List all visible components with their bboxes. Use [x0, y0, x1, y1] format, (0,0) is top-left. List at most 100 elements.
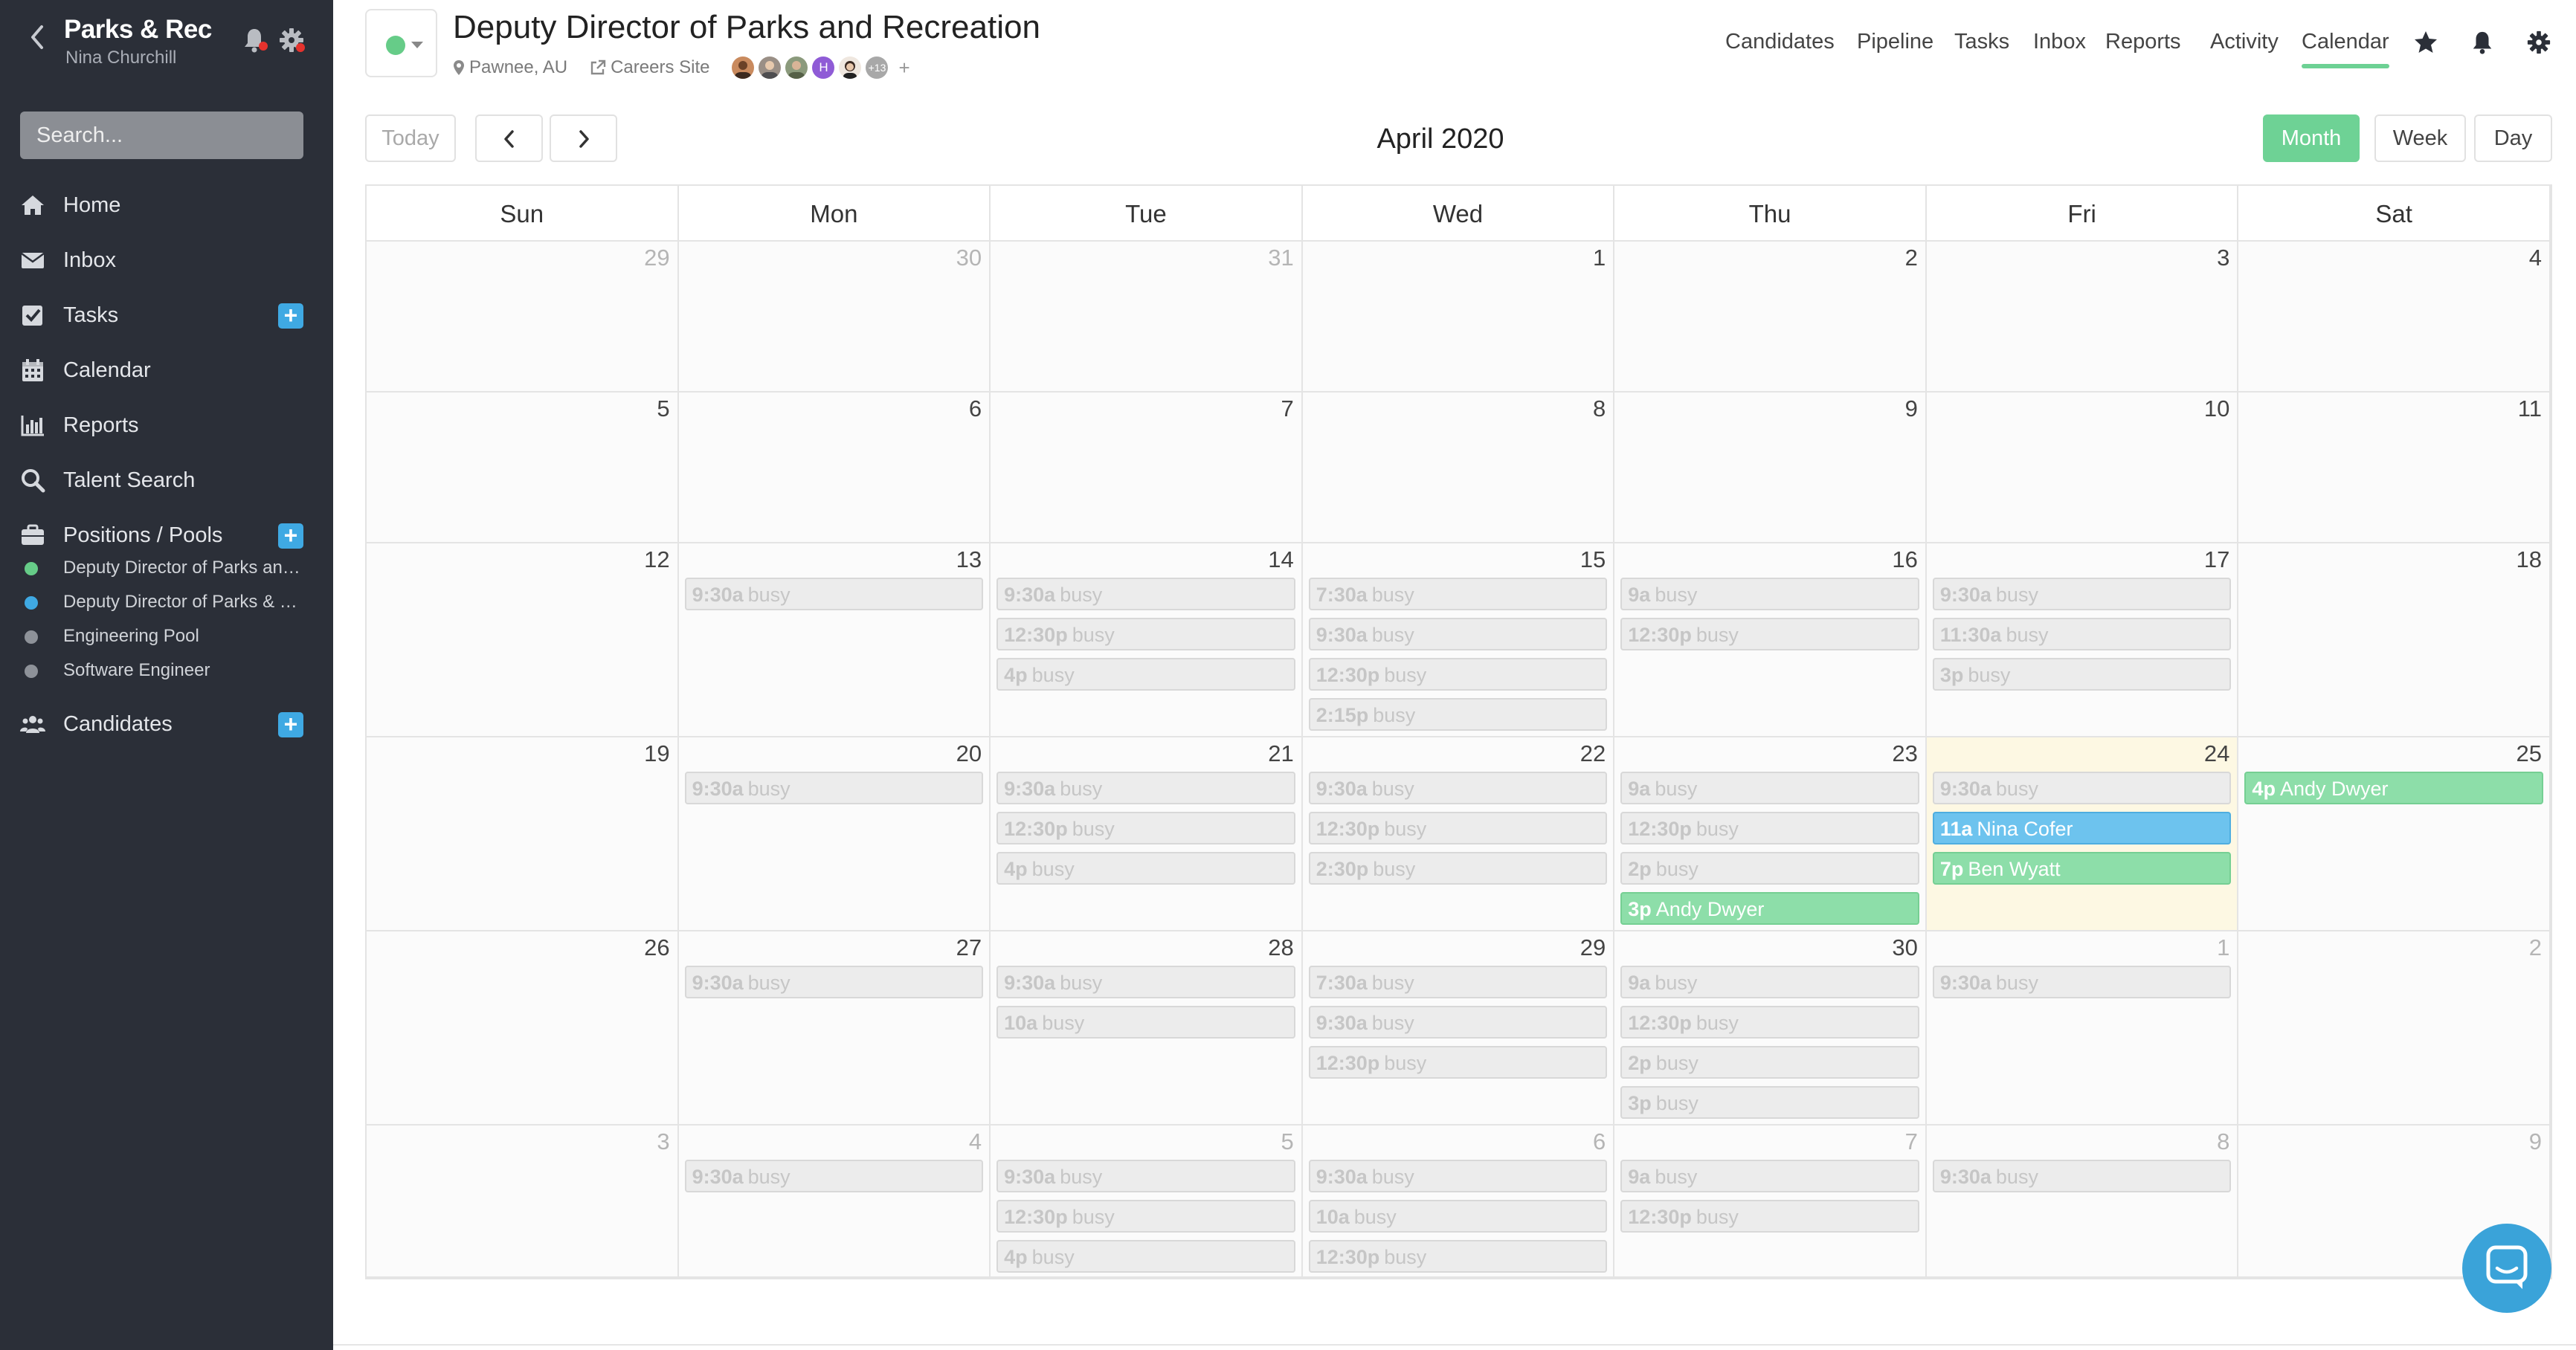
busy-event[interactable]: 9:30a busy	[1308, 618, 1608, 650]
day-cell[interactable]: 27 9:30a busy	[678, 931, 991, 1125]
day-cell[interactable]: 29	[367, 242, 679, 393]
busy-event[interactable]: 12:30p busy	[1308, 658, 1608, 691]
busy-event[interactable]: 7:30a busy	[1308, 966, 1608, 998]
day-cell[interactable]: 8 9:30a busy	[1926, 1125, 2239, 1278]
tab-reports[interactable]: Reports	[2105, 30, 2181, 54]
busy-event[interactable]: 4p busy	[996, 658, 1295, 691]
day-cell[interactable]: 5 9:30a busy 12:30p busy 4p busy	[991, 1125, 1303, 1278]
avatar[interactable]	[732, 56, 755, 79]
hiring-team-avatars[interactable]: H +13 +	[732, 56, 910, 80]
busy-event[interactable]: 2:15p busy	[1308, 698, 1608, 731]
busy-event[interactable]: 9:30a busy	[684, 772, 984, 804]
day-cell[interactable]: 1 9:30a busy	[1926, 931, 2239, 1125]
day-cell[interactable]: 22 9:30a busy 12:30p busy 2:30p busy	[1302, 737, 1615, 931]
day-cell[interactable]: 10	[1926, 393, 2239, 543]
busy-event[interactable]: 12:30p busy	[1308, 1240, 1608, 1273]
busy-event[interactable]: 9a busy	[1620, 578, 1919, 610]
interview-event[interactable]: 4p Andy Dwyer	[2244, 772, 2543, 804]
add-tasks-button[interactable]: +	[278, 303, 303, 329]
day-cell[interactable]: 13 9:30a busy	[678, 543, 991, 737]
bell-icon[interactable]	[2470, 30, 2496, 55]
chat-launcher-button[interactable]	[2462, 1224, 2551, 1313]
busy-event[interactable]: 4p busy	[996, 1240, 1295, 1273]
day-cell[interactable]: 6	[678, 393, 991, 543]
back-chevron-icon[interactable]	[27, 22, 48, 52]
sidebar-position-item[interactable]: Deputy Director of Parks & Rec	[0, 584, 333, 619]
day-view-button[interactable]: Day	[2474, 114, 2552, 162]
sidebar-search-input[interactable]	[20, 112, 303, 159]
busy-event[interactable]: 9:30a busy	[1308, 1006, 1608, 1039]
busy-event[interactable]: 9:30a busy	[1932, 772, 2232, 804]
day-cell[interactable]: 26	[367, 931, 679, 1125]
day-cell[interactable]: 4	[2238, 242, 2551, 393]
tab-tasks[interactable]: Tasks	[1954, 30, 2009, 54]
tab-activity[interactable]: Activity	[2210, 30, 2279, 54]
sidebar-item-talent-search[interactable]: Talent Search	[0, 458, 333, 503]
busy-event[interactable]: 2p busy	[1620, 1046, 1919, 1079]
busy-event[interactable]: 9:30a busy	[684, 578, 984, 610]
sidebar-item-home[interactable]: Home	[0, 183, 333, 227]
notifications-bell-icon[interactable]	[242, 27, 268, 54]
org-name[interactable]: Parks & Rec	[64, 15, 212, 45]
interview-event[interactable]: 3p Andy Dwyer	[1620, 892, 1919, 925]
busy-event[interactable]: 9:30a busy	[1308, 772, 1608, 804]
day-cell[interactable]: 25 4p Andy Dwyer	[2238, 737, 2551, 931]
day-cell[interactable]: 18	[2238, 543, 2551, 737]
busy-event[interactable]: 9:30a busy	[1932, 578, 2232, 610]
busy-event[interactable]: 2p busy	[1620, 852, 1919, 885]
day-cell[interactable]: 20 9:30a busy	[678, 737, 991, 931]
day-cell[interactable]: 7	[991, 393, 1303, 543]
day-cell[interactable]: 7 9a busy 12:30p busy	[1614, 1125, 1927, 1278]
busy-event[interactable]: 3p busy	[1932, 658, 2232, 691]
busy-event[interactable]: 7:30a busy	[1308, 578, 1608, 610]
sidebar-item-candidates[interactable]: Candidates +	[0, 702, 333, 746]
busy-event[interactable]: 9:30a busy	[684, 1160, 984, 1192]
day-cell[interactable]: 3	[1926, 242, 2239, 393]
busy-event[interactable]: 9a busy	[1620, 966, 1919, 998]
day-cell[interactable]: 30 9a busy 12:30p busy 2p busy 3p busy	[1614, 931, 1927, 1125]
busy-event[interactable]: 9:30a busy	[1308, 1160, 1608, 1192]
sidebar-position-item[interactable]: Deputy Director of Parks and Recreation	[0, 550, 333, 584]
day-cell[interactable]: 15 7:30a busy 9:30a busy 12:30p busy 2:15p busy	[1302, 543, 1615, 737]
busy-event[interactable]: 3p busy	[1620, 1086, 1919, 1119]
busy-event[interactable]: 10a busy	[1308, 1200, 1608, 1233]
busy-event[interactable]: 9:30a busy	[996, 1160, 1295, 1192]
day-cell[interactable]: 2	[2238, 931, 2551, 1125]
today-button[interactable]: Today	[365, 114, 456, 162]
day-cell[interactable]: 31	[991, 242, 1303, 393]
add-team-member-button[interactable]: +	[898, 56, 909, 80]
prev-month-button[interactable]	[475, 114, 543, 162]
day-cell[interactable]: 12	[367, 543, 679, 737]
day-cell[interactable]: 3	[367, 1125, 679, 1278]
settings-gear-icon[interactable]	[278, 27, 305, 54]
tab-inbox[interactable]: Inbox	[2033, 30, 2086, 54]
day-cell[interactable]: 11	[2238, 393, 2551, 543]
day-cell[interactable]: 19	[367, 737, 679, 931]
day-cell[interactable]: 8	[1302, 393, 1615, 543]
busy-event[interactable]: 12:30p busy	[1620, 1200, 1919, 1233]
interview-event[interactable]: 11a Nina Cofer	[1932, 812, 2232, 844]
sidebar-position-item[interactable]: Software Engineer	[0, 653, 333, 687]
sidebar-item-tasks[interactable]: Tasks +	[0, 293, 333, 338]
add-positions-pools-button[interactable]: +	[278, 523, 303, 549]
careers-site-link[interactable]: Careers Site	[590, 57, 709, 78]
busy-event[interactable]: 9a busy	[1620, 772, 1919, 804]
month-view-button[interactable]: Month	[2263, 114, 2360, 162]
busy-event[interactable]: 9:30a busy	[1932, 966, 2232, 998]
busy-event[interactable]: 12:30p busy	[1620, 812, 1919, 844]
busy-event[interactable]: 9:30a busy	[684, 966, 984, 998]
sidebar-item-inbox[interactable]: Inbox	[0, 238, 333, 282]
day-cell[interactable]: 4 9:30a busy	[678, 1125, 991, 1278]
busy-event[interactable]: 4p busy	[996, 852, 1295, 885]
busy-event[interactable]: 9:30a busy	[1932, 1160, 2232, 1192]
day-cell[interactable]: 23 9a busy 12:30p busy 2p busy 3p Andy Dwyer	[1614, 737, 1927, 931]
next-month-button[interactable]	[550, 114, 617, 162]
tab-pipeline[interactable]: Pipeline	[1857, 30, 1933, 54]
day-cell[interactable]: 1	[1302, 242, 1615, 393]
busy-event[interactable]: 12:30p busy	[1308, 1046, 1608, 1079]
day-cell[interactable]: 21 9:30a busy 12:30p busy 4p busy	[991, 737, 1303, 931]
avatar-more-count[interactable]: +13	[866, 56, 889, 79]
busy-event[interactable]: 12:30p busy	[1308, 812, 1608, 844]
busy-event[interactable]: 10a busy	[996, 1006, 1295, 1039]
busy-event[interactable]: 11:30a busy	[1932, 618, 2232, 650]
